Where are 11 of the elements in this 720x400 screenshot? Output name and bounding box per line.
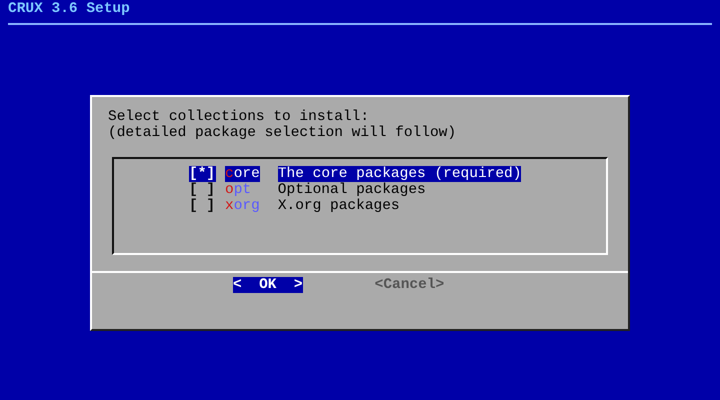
prompt-text: Select collections to install: xyxy=(108,109,370,125)
item-tag[interactable]: core xyxy=(225,166,260,182)
screen-title: CRUX 3.6 Setup xyxy=(8,1,130,17)
item-description: Optional packages xyxy=(278,182,426,198)
checkbox[interactable]: [ ] xyxy=(189,198,216,214)
checkbox[interactable]: [*] xyxy=(189,166,216,182)
item-description: The core packages (required) xyxy=(278,166,522,182)
item-description: X.org packages xyxy=(278,198,400,214)
checkbox[interactable]: [ ] xyxy=(189,182,216,198)
dialog-button[interactable]: < OK > xyxy=(233,277,303,293)
prompt-text: (detailed package selection will follow) xyxy=(108,125,456,141)
